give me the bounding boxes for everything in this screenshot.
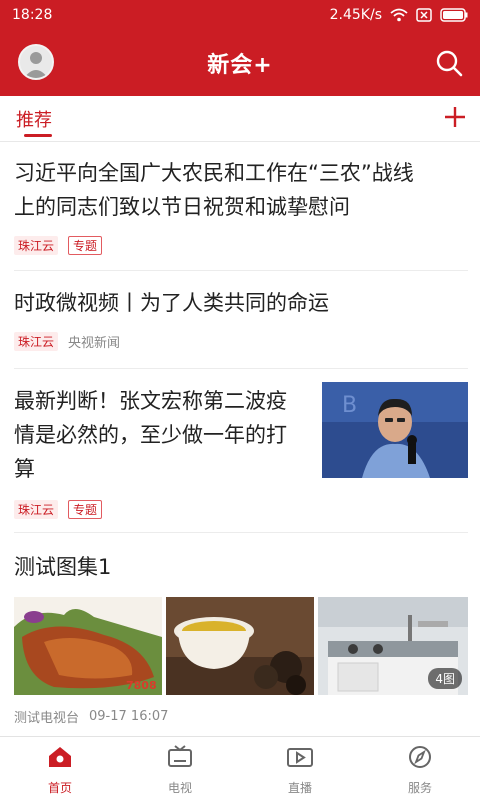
network-speed: 2.45K/s xyxy=(329,7,382,23)
sim-icon xyxy=(416,8,432,22)
app-header: 18:28 2.45K/s 新会+ xyxy=(0,0,480,96)
source-tag: 珠江云 xyxy=(14,332,59,351)
source-tag: 珠江云 xyxy=(14,236,59,255)
title-bar: 新会+ xyxy=(0,30,480,96)
divider xyxy=(14,368,468,369)
bottom-navigation: 首页 电视 直播 服务 xyxy=(0,736,480,800)
news-meta: 测试电视台 09-17 16:07 xyxy=(14,707,168,726)
topic-tag: 专题 xyxy=(68,500,103,519)
news-title: 最新判断！张文宏称第二波疫 情是必然的，至少做一年的打 算 xyxy=(14,384,314,486)
publisher-label: 央视新闻 xyxy=(68,336,121,351)
divider xyxy=(14,532,468,533)
gallery-last-image: 4图 xyxy=(318,597,468,695)
home-icon xyxy=(47,745,73,773)
topic-tag: 专题 xyxy=(68,236,103,255)
live-icon xyxy=(286,745,314,773)
nav-label: 服务 xyxy=(407,781,432,795)
nav-tv[interactable]: 电视 xyxy=(120,737,240,800)
tv-icon xyxy=(167,745,193,773)
news-item[interactable]: 最新判断！张文宏称第二波疫 情是必然的，至少做一年的打 算 珠江云 专题 xyxy=(14,384,314,519)
image-watermark: 7808 xyxy=(126,679,157,692)
news-title: 习近平向全国广大农民和工作在“三农”战线 上的同志们致以节日祝贺和诚挚慰问 xyxy=(14,156,468,224)
news-title: 时政微视频丨为了人类共同的命运 xyxy=(14,291,329,315)
news-title: 测试图集1 xyxy=(14,555,112,579)
news-thumbnail[interactable]: B xyxy=(322,382,468,478)
nav-label: 电视 xyxy=(167,781,192,795)
news-item[interactable]: 习近平向全国广大农民和工作在“三农”战线 上的同志们致以节日祝贺和诚挚慰问 珠江… xyxy=(14,156,468,255)
news-meta: 珠江云 专题 xyxy=(14,236,468,255)
news-item[interactable]: 测试图集1 xyxy=(14,550,468,584)
nav-live[interactable]: 直播 xyxy=(240,737,360,800)
image-count-badge: 4图 xyxy=(428,668,462,689)
gallery-image xyxy=(166,597,314,695)
gallery-image: 7808 xyxy=(14,597,162,695)
wifi-icon xyxy=(390,8,408,22)
compass-icon xyxy=(407,745,433,773)
nav-home[interactable]: 首页 xyxy=(0,737,120,800)
image-gallery[interactable]: 7808 4图 xyxy=(14,597,468,695)
status-bar: 18:28 2.45K/s xyxy=(0,0,480,30)
add-channel-icon[interactable] xyxy=(442,104,468,130)
news-title-line: 算 xyxy=(14,457,35,481)
news-meta: 珠江云 央视新闻 xyxy=(14,332,468,351)
nav-services[interactable]: 服务 xyxy=(360,737,480,800)
status-time: 18:28 xyxy=(12,7,53,23)
news-title-line: 情是必然的，至少做一年的打 xyxy=(14,423,287,447)
svg-text:B: B xyxy=(342,393,357,418)
news-item[interactable]: 时政微视频丨为了人类共同的命运 珠江云 央视新闻 xyxy=(14,286,468,351)
tab-active-indicator xyxy=(24,134,52,137)
news-title-line: 上的同志们致以节日祝贺和诚挚慰问 xyxy=(14,195,350,219)
battery-icon xyxy=(440,8,468,22)
nav-label: 直播 xyxy=(287,781,312,795)
divider xyxy=(14,270,468,271)
nav-label: 首页 xyxy=(47,781,72,795)
app-title: 新会+ xyxy=(207,53,273,78)
publish-time: 09-17 16:07 xyxy=(89,709,169,724)
avatar[interactable] xyxy=(18,44,54,80)
news-title-line: 最新判断！张文宏称第二波疫 xyxy=(14,389,287,413)
news-meta: 珠江云 专题 xyxy=(14,500,314,519)
tab-recommended[interactable]: 推荐 xyxy=(16,106,52,132)
news-title-line: 习近平向全国广大农民和工作在“三农”战线 xyxy=(14,161,414,185)
publisher-label: 测试电视台 xyxy=(14,711,80,726)
search-icon[interactable] xyxy=(434,48,464,78)
source-tag: 珠江云 xyxy=(14,500,59,519)
channel-tab-bar: 推荐 xyxy=(0,96,480,142)
